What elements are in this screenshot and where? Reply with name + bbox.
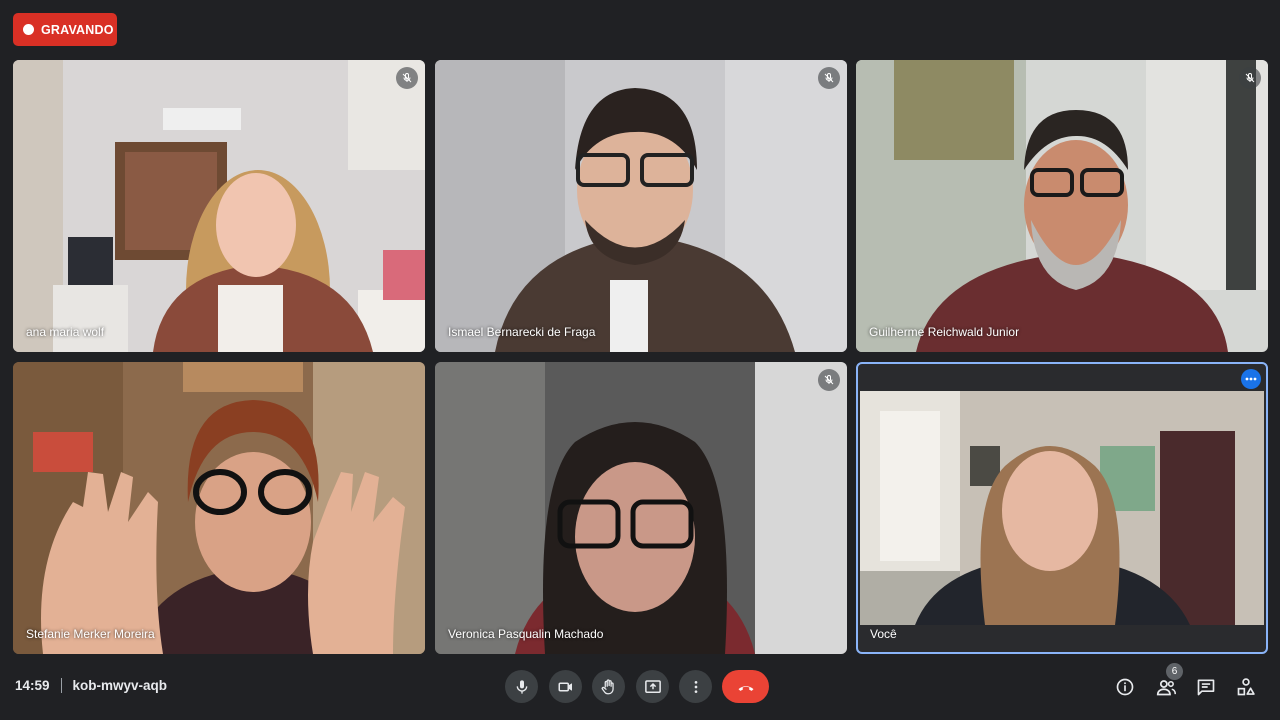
participant-tile-veronica-pasqualin-machado[interactable]: Veronica Pasqualin Machado — [435, 362, 847, 654]
participant-video — [13, 60, 425, 352]
meeting-code[interactable]: kob-mwyv-aqb — [73, 678, 168, 693]
chat-button[interactable] — [1194, 675, 1218, 699]
present-screen-button[interactable] — [636, 670, 669, 703]
recording-dot-icon — [23, 24, 34, 35]
hang-up-icon — [738, 685, 753, 691]
more-options-icon — [694, 680, 697, 693]
camera-button[interactable] — [549, 670, 582, 703]
present-screen-icon — [644, 679, 661, 693]
chat-icon — [1197, 679, 1215, 696]
participant-name: Ismael Bernarecki de Fraga — [448, 325, 596, 339]
participant-name: Veronica Pasqualin Machado — [448, 627, 604, 641]
raise-hand-icon — [601, 678, 614, 694]
participant-tile-ana-maria-wolf[interactable]: ana maria wolf — [13, 60, 425, 352]
muted-mic-icon — [396, 67, 418, 89]
participant-name: ana maria wolf — [26, 325, 105, 339]
participant-name: Stefanie Merker Moreira — [26, 627, 155, 641]
participant-video — [13, 362, 425, 654]
recording-badge: GRAVANDO — [13, 13, 117, 46]
participant-video — [856, 60, 1268, 352]
muted-mic-icon — [818, 369, 840, 391]
hang-up-button[interactable] — [722, 670, 769, 703]
raise-hand-button[interactable] — [592, 670, 625, 703]
participant-tile-guilherme-reichwald-junior[interactable]: Guilherme Reichwald Junior — [856, 60, 1268, 352]
participant-tile-self[interactable]: Você — [856, 362, 1268, 654]
recording-label: GRAVANDO — [41, 22, 114, 37]
camera-icon — [558, 682, 572, 691]
activities-button[interactable] — [1234, 675, 1258, 699]
microphone-icon — [516, 679, 527, 694]
microphone-button[interactable] — [505, 670, 538, 703]
participant-name: Você — [870, 627, 897, 641]
participant-name: Guilherme Reichwald Junior — [869, 325, 1020, 339]
participant-tile-ismael-bernarecki-de-fraga[interactable]: Ismael Bernarecki de Fraga — [435, 60, 847, 352]
muted-mic-icon — [1239, 67, 1261, 89]
self-video — [860, 391, 1264, 625]
participant-video — [435, 60, 847, 352]
participant-video — [435, 362, 847, 654]
muted-mic-icon — [818, 67, 840, 89]
people-count-badge: 6 — [1166, 663, 1183, 680]
participant-tile-stefanie-merker-moreira[interactable]: Stefanie Merker Moreira — [13, 362, 425, 654]
meeting-time: 14:59 — [15, 678, 50, 693]
activities-icon — [1237, 678, 1255, 696]
more-options-button[interactable] — [679, 670, 712, 703]
meeting-info: 14:59 kob-mwyv-aqb — [15, 678, 167, 693]
info-icon — [1116, 678, 1134, 696]
meeting-details-button[interactable] — [1113, 675, 1137, 699]
divider — [60, 678, 62, 693]
more-options-icon[interactable] — [1241, 369, 1261, 389]
